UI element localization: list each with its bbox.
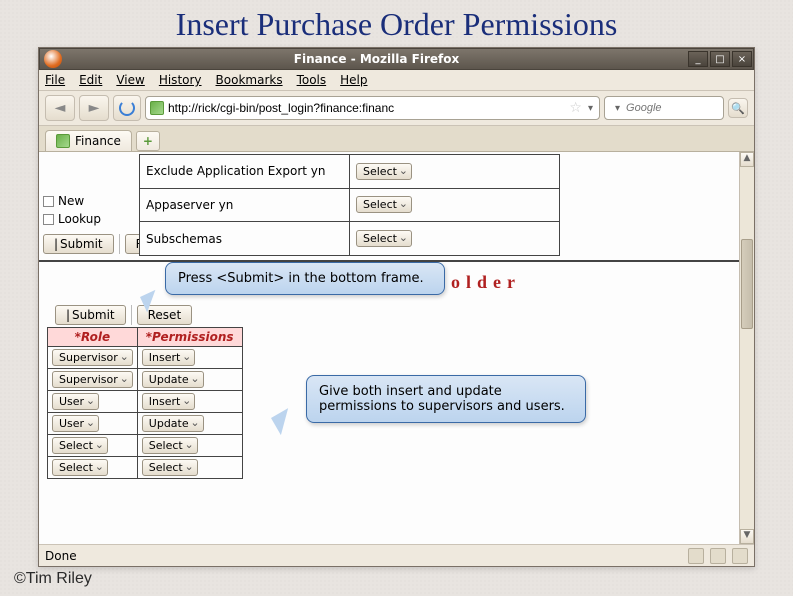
select-role[interactable]: Supervisor [52, 371, 133, 388]
status-icon [710, 548, 726, 564]
menu-file[interactable]: File [45, 73, 65, 87]
menubar: File Edit View History Bookmarks Tools H… [39, 70, 754, 91]
table-row: Supervisor Update [48, 369, 243, 391]
select-role[interactable]: User [52, 415, 99, 432]
table-row: Exclude Application Export yn Select [140, 155, 560, 189]
url-dropdown-icon[interactable]: ▾ [586, 103, 595, 114]
search-engine-dropdown-icon[interactable]: ▾ [613, 103, 622, 114]
table-row: User Insert [48, 391, 243, 413]
menu-history[interactable]: History [159, 73, 202, 87]
table-row: Select Select [48, 435, 243, 457]
tab-label: Finance [75, 134, 121, 148]
menu-help[interactable]: Help [340, 73, 367, 87]
menu-bookmarks[interactable]: Bookmarks [216, 73, 283, 87]
role-folder-table: *Role *Permissions Supervisor Insert Sup… [47, 327, 243, 479]
maximize-button[interactable]: □ [710, 51, 730, 67]
status-text: Done [45, 549, 77, 563]
table-row: Appaserver yn Select [140, 188, 560, 222]
menu-tools[interactable]: Tools [297, 73, 327, 87]
search-bar[interactable]: ▾ [604, 96, 724, 120]
status-bar: Done [39, 544, 754, 566]
tab-bar: Finance + [39, 126, 754, 152]
attribute-table: Exclude Application Export yn Select App… [139, 154, 560, 256]
minimize-button[interactable]: _ [688, 51, 708, 67]
table-row: User Update [48, 413, 243, 435]
select-role[interactable]: User [52, 393, 99, 410]
search-go-button[interactable]: 🔍 [728, 98, 748, 118]
new-tab-button[interactable]: + [136, 131, 160, 151]
select-permission[interactable]: Update [142, 415, 204, 432]
select-role[interactable]: Select [52, 459, 108, 476]
nav-toolbar: ◄ ► ☆ ▾ ▾ 🔍 [39, 91, 754, 126]
back-button[interactable]: ◄ [45, 95, 75, 121]
checkbox-lookup[interactable]: Lookup [43, 212, 135, 226]
attr-label: Subschemas [140, 222, 350, 256]
checkbox-icon [43, 214, 54, 225]
tab-finance[interactable]: Finance [45, 130, 132, 151]
select-subschemas[interactable]: Select [356, 230, 412, 247]
select-permission[interactable]: Select [142, 437, 198, 454]
url-bar[interactable]: ☆ ▾ [145, 96, 600, 120]
divider [131, 305, 132, 325]
select-permission[interactable]: Insert [142, 349, 196, 366]
site-favicon-icon [150, 101, 164, 115]
menu-edit[interactable]: Edit [79, 73, 102, 87]
scroll-up-icon[interactable]: ▲ [740, 152, 754, 167]
tab-favicon-icon [56, 134, 70, 148]
window-title: Finance - Mozilla Firefox [66, 52, 687, 66]
page-content: New Lookup | Submit R Exclude Applicatio… [39, 152, 754, 544]
scroll-thumb[interactable] [741, 239, 753, 329]
select-permission[interactable]: Select [142, 459, 198, 476]
reload-button[interactable] [113, 95, 141, 121]
status-icons [688, 548, 748, 564]
select-permission[interactable]: Update [142, 371, 204, 388]
bookmark-star-icon[interactable]: ☆ [569, 100, 582, 116]
col-header-permissions: *Permissions [137, 328, 242, 347]
attr-label: Exclude Application Export yn [140, 155, 350, 189]
select-role[interactable]: Select [52, 437, 108, 454]
submit-button-top[interactable]: | Submit [43, 234, 114, 254]
select-permission[interactable]: Insert [142, 393, 196, 410]
top-frame: New Lookup | Submit R Exclude Applicatio… [39, 152, 754, 262]
checkbox-icon [43, 196, 54, 207]
vertical-scrollbar[interactable]: ▲ ▼ [739, 152, 754, 544]
menu-view[interactable]: View [116, 73, 144, 87]
select-exclude-export[interactable]: Select [356, 163, 412, 180]
reload-icon [119, 100, 135, 116]
url-input[interactable] [168, 101, 565, 115]
scroll-track[interactable] [740, 167, 754, 529]
copyright: ©Tim Riley [14, 570, 92, 588]
table-row: Select Select [48, 457, 243, 479]
table-row: Supervisor Insert [48, 347, 243, 369]
forward-button[interactable]: ► [79, 95, 109, 121]
slide-title: Insert Purchase Order Permissions [0, 0, 793, 47]
divider [119, 234, 120, 254]
callout-submit: Press <Submit> in the bottom frame. [165, 262, 445, 295]
window-titlebar: Finance - Mozilla Firefox _ □ × [39, 48, 754, 70]
select-role[interactable]: Supervisor [52, 349, 133, 366]
table-row: Subschemas Select [140, 222, 560, 256]
callout-permissions: Give both insert and update permissions … [306, 375, 586, 423]
status-icon [688, 548, 704, 564]
checkbox-new[interactable]: New [43, 194, 135, 208]
submit-button-bottom[interactable]: | Submit [55, 305, 126, 325]
scroll-down-icon[interactable]: ▼ [740, 529, 754, 544]
status-icon [732, 548, 748, 564]
select-appaserver[interactable]: Select [356, 196, 412, 213]
col-header-role: *Role [48, 328, 138, 347]
attr-label: Appaserver yn [140, 188, 350, 222]
close-button[interactable]: × [732, 51, 752, 67]
firefox-icon [44, 50, 62, 68]
